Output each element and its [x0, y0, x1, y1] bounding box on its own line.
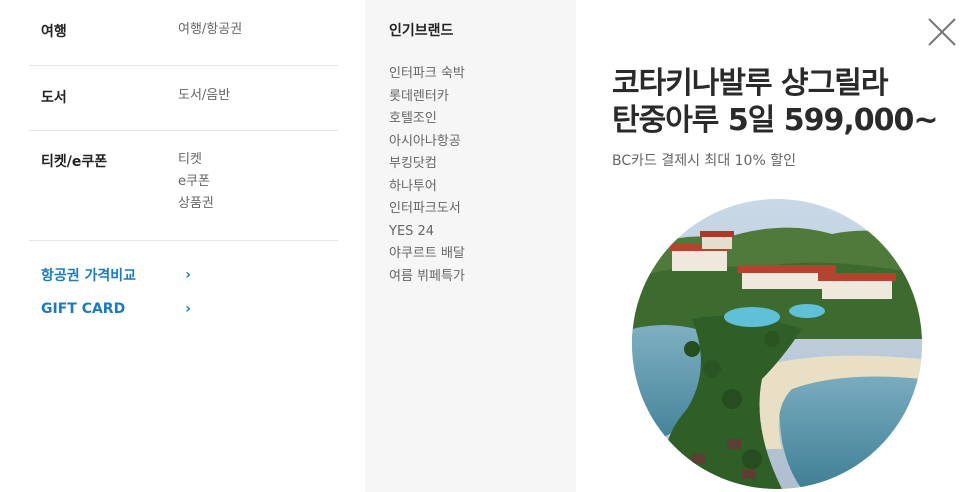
category-link[interactable]: 상품권: [178, 193, 214, 215]
gift-card-link[interactable]: GIFT CARD ›: [41, 292, 191, 326]
chevron-right-icon: ›: [185, 267, 191, 283]
category-title: 도서: [41, 90, 67, 106]
brand-link[interactable]: YES 24: [389, 224, 434, 239]
brand-link[interactable]: 호텔조인: [389, 111, 437, 126]
close-button[interactable]: [926, 16, 958, 48]
close-icon: [928, 18, 956, 46]
category-links: 도서/음반: [178, 85, 230, 107]
popular-brands-panel: 인기브랜드 인터파크 숙박 롯데렌터카 호텔조인 아시아나항공 부킹닷컴 하나투…: [365, 0, 576, 492]
category-title: 티켓/e쿠폰: [41, 154, 108, 170]
brand-item: 롯데렌터카: [389, 86, 465, 109]
brand-link[interactable]: 인터파크도서: [389, 201, 461, 216]
category-row-tickets: 티켓/e쿠폰 티켓 e쿠폰 상품권: [29, 131, 338, 241]
category-title: 여행: [41, 24, 67, 40]
brand-link[interactable]: 여름 뷔페특가: [389, 269, 465, 284]
brand-link[interactable]: 롯데렌터카: [389, 89, 449, 104]
brand-item: 부킹닷컴: [389, 153, 465, 176]
brand-item: 인터파크도서: [389, 198, 465, 221]
chevron-right-icon: ›: [185, 301, 191, 317]
brand-item: 아시아나항공: [389, 131, 465, 154]
promo-subtext: BC카드 결제시 최대 10% 할인: [612, 153, 796, 169]
brand-link[interactable]: 인터파크 숙박: [389, 66, 465, 81]
category-row-travel: 여행 여행/항공권: [29, 0, 338, 66]
category-link[interactable]: 도서/음반: [178, 85, 230, 107]
brand-item: 야쿠르트 배달: [389, 243, 465, 266]
brand-item: 하나투어: [389, 176, 465, 199]
category-link[interactable]: 티켓: [178, 149, 214, 171]
promo-banner[interactable]: 코타키나발루 샹그릴라 탄중아루 5일 599,000~ BC카드 결제시 최대…: [576, 0, 975, 492]
popular-brands-title: 인기브랜드: [389, 23, 454, 39]
brand-link[interactable]: 부킹닷컴: [389, 156, 437, 171]
brand-link[interactable]: 아시아나항공: [389, 134, 461, 149]
brand-item: 여름 뷔페특가: [389, 266, 465, 289]
link-label: 항공권 가격비교: [41, 268, 137, 284]
category-links: 여행/항공권: [178, 19, 242, 41]
category-link[interactable]: 여행/항공권: [178, 19, 242, 41]
brand-link[interactable]: 야쿠르트 배달: [389, 246, 465, 261]
link-label: GIFT CARD: [41, 301, 126, 317]
resort-image: [632, 199, 922, 489]
brand-item: 호텔조인: [389, 108, 465, 131]
brand-item: 인터파크 숙박: [389, 63, 465, 86]
flight-price-compare-link[interactable]: 항공권 가격비교 ›: [41, 258, 191, 292]
category-link[interactable]: e쿠폰: [178, 171, 214, 193]
brand-link[interactable]: 하나투어: [389, 179, 437, 194]
promo-headline-line2: 탄중아루 5일 599,000~: [612, 103, 939, 138]
category-panel: 여행 여행/항공권 도서 도서/음반 티켓/e쿠폰 티켓 e쿠폰 상품권 항공권…: [0, 0, 365, 492]
category-row-books: 도서 도서/음반: [29, 66, 338, 131]
brand-item: YES 24: [389, 221, 465, 244]
resort-photo: [632, 199, 922, 489]
brand-list: 인터파크 숙박 롯데렌터카 호텔조인 아시아나항공 부킹닷컴 하나투어 인터파크…: [389, 63, 465, 288]
category-links: 티켓 e쿠폰 상품권: [178, 149, 214, 215]
extra-links: 항공권 가격비교 › GIFT CARD ›: [41, 258, 191, 326]
